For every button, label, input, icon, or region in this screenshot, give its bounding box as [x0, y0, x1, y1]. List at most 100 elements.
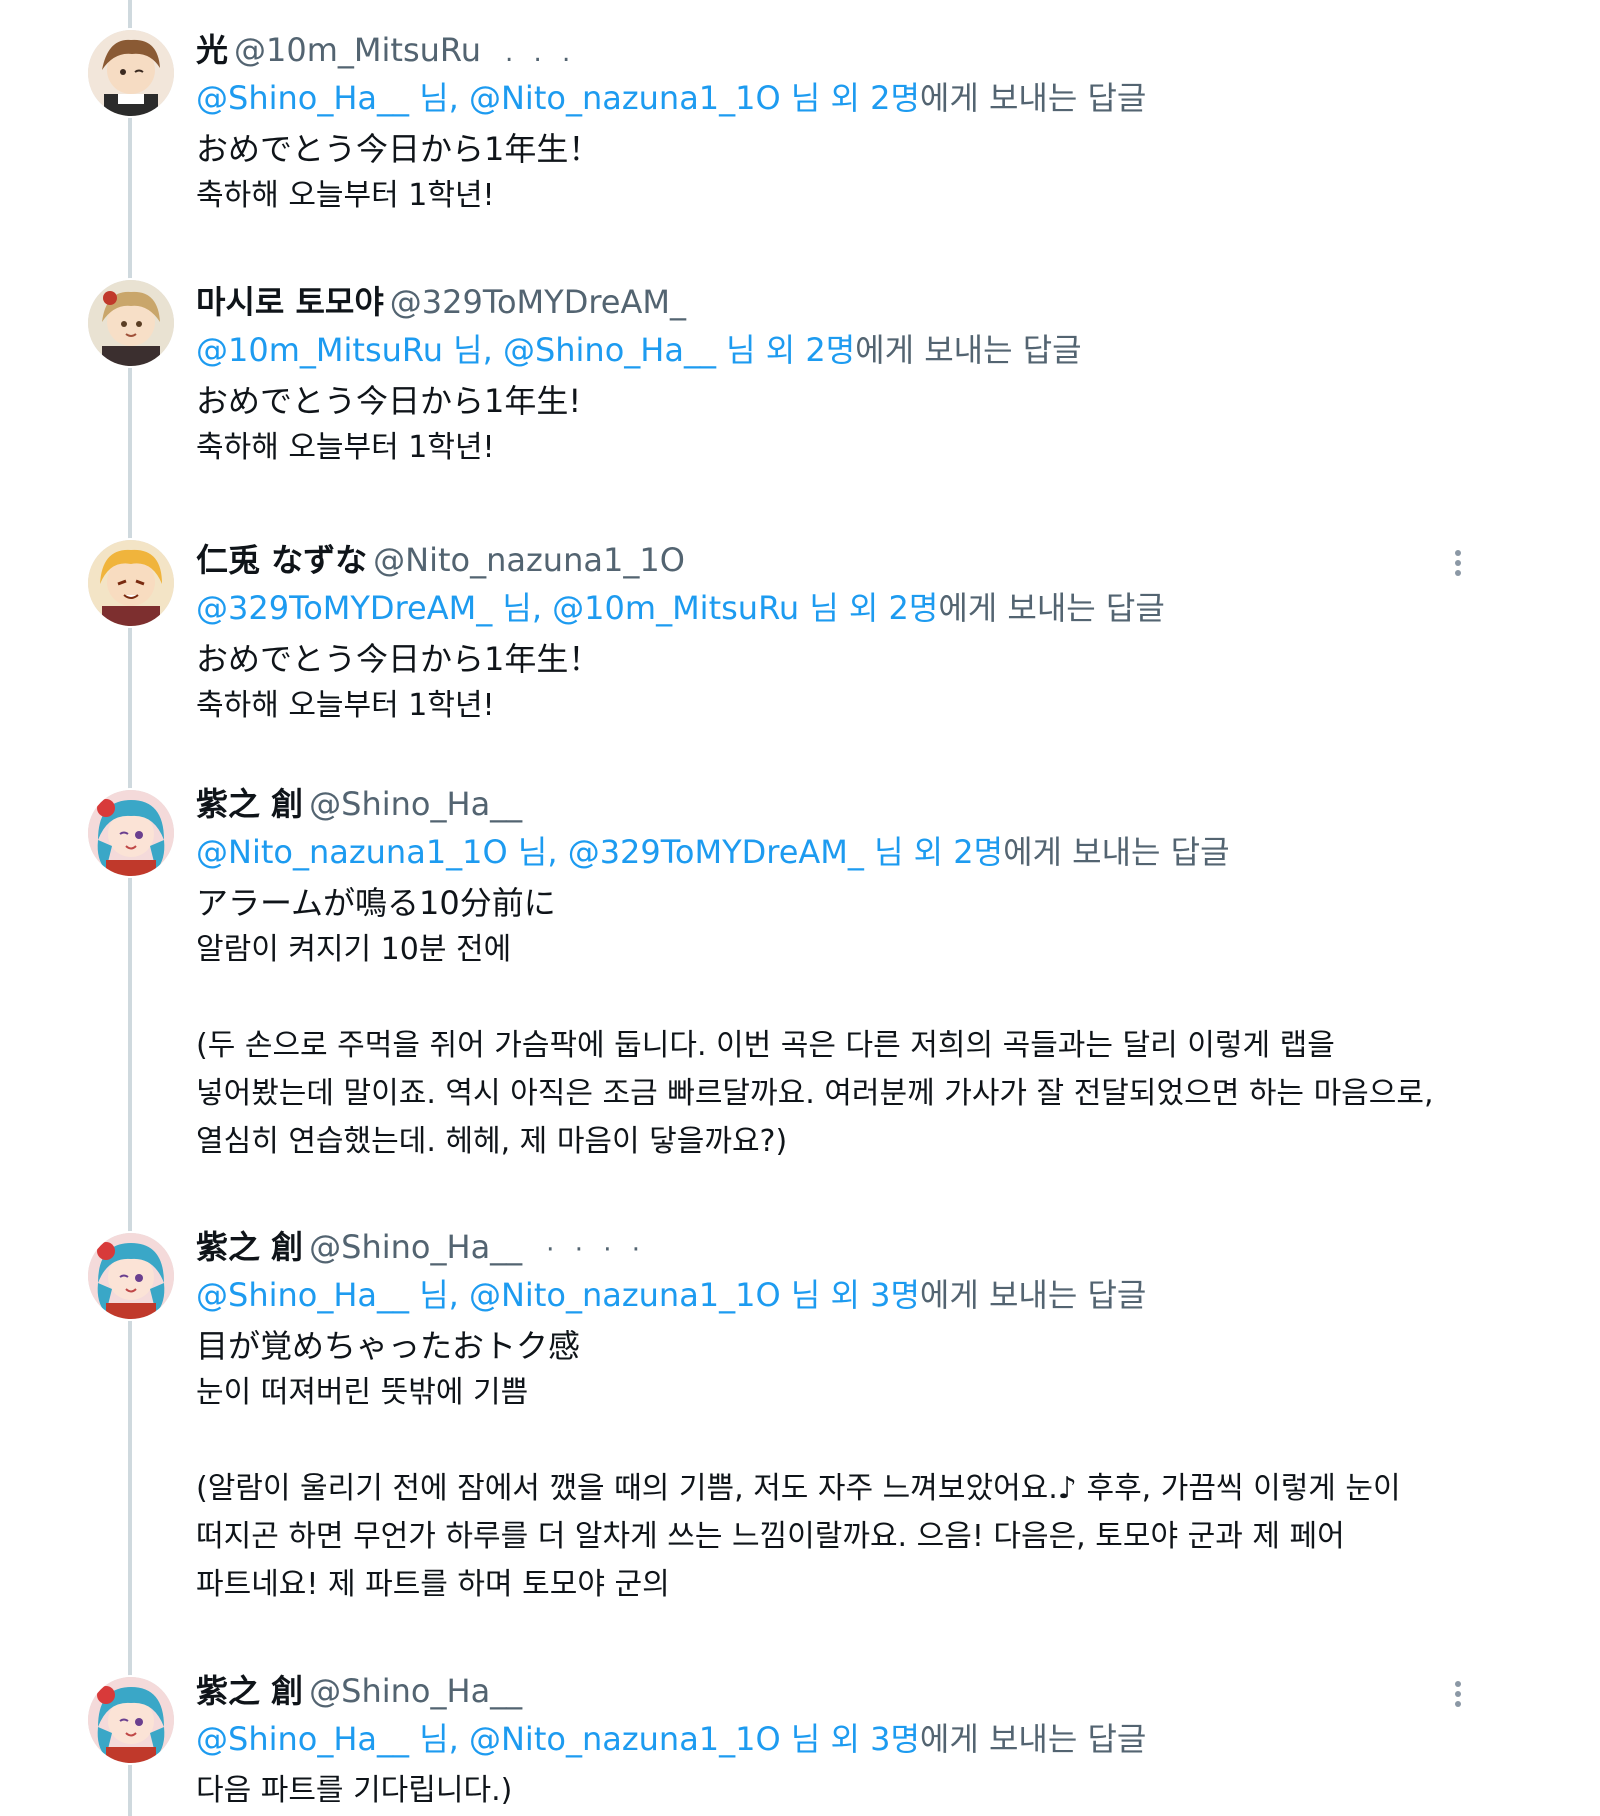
reply-separator: 님, — [419, 1720, 459, 1758]
text-line-korean: 떠지곤 하면 무언가 하루를 더 알차게 쓰는 느낌이랄까요. 으음! 다음은,… — [196, 1519, 1345, 1554]
replying-to-line: @Nito_nazuna1_1O 님, @329ToMYDreAM_ 님 외 2… — [196, 830, 1436, 874]
text-line-japanese: アラームが鳴る10分前に — [196, 884, 556, 922]
avatar-image — [88, 1233, 174, 1319]
user-handle[interactable]: @10m_MitsuRu — [234, 31, 481, 69]
tweet-text: 目が覚めちゃったおトク感 눈이 떠져버린 뜻밖에 기쁨 (알람이 울리기 전에 … — [196, 1323, 1436, 1609]
reply-others-text: 님 외 — [790, 1276, 860, 1314]
tweet-header: 마시로 토모야 @329ToMYDreAM_ — [196, 280, 1436, 324]
tweet-text: おめでとう今日から1年生! 축하해 오늘부터 1학년! — [196, 378, 1436, 472]
tweet-text: おめでとう今日から1年生！ 축하해 오늘부터 1학년! — [196, 126, 1436, 220]
display-name[interactable]: 光 — [196, 31, 228, 69]
tweet-text: おめでとう今日から1年生！ 축하해 오늘부터 1학년! — [196, 636, 1436, 730]
reply-separator: 님, — [502, 589, 542, 627]
reply-mention-link[interactable]: @Shino_Ha__ — [503, 331, 716, 369]
ellipsis-indicator: · · · · — [546, 1235, 647, 1265]
replying-to-line: @Shino_Ha__ 님, @Nito_nazuna1_1O 님 외 3명에게… — [196, 1273, 1436, 1317]
text-line-korean: 다음 파트를 기다립니다.) — [196, 1773, 513, 1808]
reply-mention-link[interactable]: @Nito_nazuna1_1O — [196, 833, 508, 871]
reply-suffix: 에게 보내는 답글 — [938, 589, 1165, 627]
reply-separator: 님, — [419, 1276, 459, 1314]
display-name[interactable]: 紫之 創 — [196, 1672, 303, 1710]
text-line-korean: 눈이 떠져버린 뜻밖에 기쁨 — [196, 1375, 529, 1410]
reply-mention-link[interactable]: @Nito_nazuna1_1O — [469, 79, 781, 117]
tweet-header: 光 @10m_MitsuRu . . . — [196, 28, 1436, 72]
reply-mention-link[interactable]: @Nito_nazuna1_1O — [469, 1276, 781, 1314]
avatar-image — [88, 280, 174, 366]
replying-to-line: @Shino_Ha__ 님, @Nito_nazuna1_1O 님 외 3명에게… — [196, 1717, 1436, 1761]
text-line-japanese: おめでとう今日から1年生！ — [196, 640, 601, 678]
tweet-header: 紫之 創 @Shino_Ha__ — [196, 782, 1436, 826]
tweet-text: アラームが鳴る10分前に 알람이 켜지기 10분 전에 (두 손으로 주먹을 쥐… — [196, 880, 1436, 1166]
more-vertical-icon[interactable] — [1446, 1677, 1470, 1717]
reply-mention-link[interactable]: @Shino_Ha__ — [196, 79, 409, 117]
avatar[interactable] — [88, 1233, 174, 1319]
text-line-korean: 알람이 켜지기 10분 전에 — [196, 932, 512, 967]
text-line-japanese: おめでとう今日から1年生！ — [196, 130, 601, 168]
display-name[interactable]: 紫之 創 — [196, 1228, 303, 1266]
reply-others-text: 님 외 — [726, 331, 796, 369]
tweet-header: 仁兎 なずな @Nito_nazuna1_1O — [196, 538, 1436, 582]
text-line-korean: 축하해 오늘부터 1학년! — [196, 430, 495, 465]
text-line-korean: 파트네요! 제 파트를 하며 토모야 군의 — [196, 1567, 670, 1602]
text-line-korean: (알람이 울리기 전에 잠에서 깼을 때의 기쁨, 저도 자주 느껴보았어요.♪… — [196, 1471, 1401, 1506]
display-name[interactable]: 仁兎 なずな — [196, 541, 367, 579]
avatar[interactable] — [88, 1677, 174, 1763]
avatar[interactable] — [88, 790, 174, 876]
reply-others-count[interactable]: 2명 — [889, 589, 939, 627]
reply-separator: 님, — [453, 331, 493, 369]
user-handle[interactable]: @Shino_Ha__ — [309, 785, 522, 823]
tweet-header: 紫之 創 @Shino_Ha__ · · · · — [196, 1225, 1436, 1269]
replying-to-line: @10m_MitsuRu 님, @Shino_Ha__ 님 외 2명에게 보내는… — [196, 328, 1436, 372]
avatar[interactable] — [88, 30, 174, 116]
reply-others-text: 님 외 — [790, 1720, 860, 1758]
text-line-korean: 열심히 연습했는데. 헤헤, 제 마음이 닿을까요?) — [196, 1124, 788, 1159]
replying-to-line: @329ToMYDreAM_ 님, @10m_MitsuRu 님 외 2명에게 … — [196, 586, 1436, 630]
reply-mention-link[interactable]: @10m_MitsuRu — [552, 589, 799, 627]
reply-mention-link[interactable]: @329ToMYDreAM_ — [568, 833, 864, 871]
reply-mention-link[interactable]: @10m_MitsuRu — [196, 331, 443, 369]
display-name[interactable]: 마시로 토모야 — [196, 283, 384, 321]
reply-mention-link[interactable]: @329ToMYDreAM_ — [196, 589, 492, 627]
user-handle[interactable]: @Shino_Ha__ — [309, 1228, 522, 1266]
user-handle[interactable]: @Nito_nazuna1_1O — [373, 541, 685, 579]
thread-connector-line — [128, 0, 132, 1816]
reply-others-count[interactable]: 3명 — [870, 1276, 920, 1314]
avatar-image — [88, 30, 174, 116]
text-line-korean: (두 손으로 주먹을 쥐어 가슴팍에 둡니다. 이번 곡은 다른 저희의 곡들과… — [196, 1028, 1335, 1063]
ellipsis-indicator: . . . — [504, 38, 577, 68]
reply-others-count[interactable]: 2명 — [953, 833, 1003, 871]
reply-suffix: 에게 보내는 답글 — [919, 1720, 1147, 1758]
text-line-korean: 넣어봤는데 말이죠. 역시 아직은 조금 빠르달까요. 여러분께 가사가 잘 전… — [196, 1076, 1434, 1111]
reply-others-text: 님 외 — [809, 589, 879, 627]
replying-to-line: @Shino_Ha__ 님, @Nito_nazuna1_1O 님 외 2명에게… — [196, 76, 1436, 120]
avatar[interactable] — [88, 540, 174, 626]
text-line-korean: 축하해 오늘부터 1학년! — [196, 178, 495, 213]
more-vertical-icon[interactable] — [1446, 546, 1470, 586]
text-line-japanese: 目が覚めちゃったおトク感 — [196, 1327, 581, 1365]
reply-separator: 님, — [517, 833, 558, 871]
reply-suffix: 에게 보내는 답글 — [855, 331, 1082, 369]
display-name[interactable]: 紫之 創 — [196, 785, 303, 823]
reply-suffix: 에게 보내는 답글 — [919, 79, 1147, 117]
reply-separator: 님, — [419, 79, 459, 117]
tweet-header: 紫之 創 @Shino_Ha__ — [196, 1669, 1436, 1713]
reply-others-text: 님 외 — [874, 833, 944, 871]
reply-others-text: 님 외 — [790, 79, 860, 117]
reply-mention-link[interactable]: @Shino_Ha__ — [196, 1276, 409, 1314]
reply-mention-link[interactable]: @Nito_nazuna1_1O — [469, 1720, 781, 1758]
reply-others-count[interactable]: 2명 — [805, 331, 855, 369]
user-handle[interactable]: @Shino_Ha__ — [309, 1672, 522, 1710]
reply-others-count[interactable]: 3명 — [870, 1720, 920, 1758]
reply-others-count[interactable]: 2명 — [870, 79, 920, 117]
tweet-text: 다음 파트를 기다립니다.) — [196, 1767, 1436, 1815]
avatar[interactable] — [88, 280, 174, 366]
reply-mention-link[interactable]: @Shino_Ha__ — [196, 1720, 409, 1758]
text-line-korean: 축하해 오늘부터 1학년! — [196, 688, 495, 723]
avatar-image — [88, 1677, 174, 1763]
reply-suffix: 에게 보내는 답글 — [919, 1276, 1147, 1314]
reply-suffix: 에게 보내는 답글 — [1003, 833, 1230, 871]
user-handle[interactable]: @329ToMYDreAM_ — [390, 283, 686, 321]
avatar-image — [88, 790, 174, 876]
